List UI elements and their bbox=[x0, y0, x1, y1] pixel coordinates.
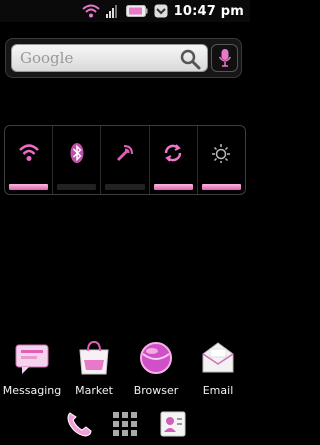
status-time: 10:47 pm bbox=[173, 3, 244, 19]
sync-toggle-indicator bbox=[153, 184, 193, 190]
bluetooth-toggle[interactable] bbox=[53, 126, 102, 194]
sync-icon bbox=[164, 144, 182, 162]
app-label: Email bbox=[202, 384, 234, 397]
wifi-icon bbox=[18, 144, 39, 161]
email-icon bbox=[202, 342, 234, 373]
browser-icon bbox=[140, 342, 172, 374]
sync-toggle[interactable] bbox=[150, 126, 198, 194]
gps-toggle-indicator bbox=[105, 184, 145, 190]
market-icon bbox=[79, 340, 109, 375]
magnifier-icon[interactable] bbox=[179, 48, 201, 70]
app-email[interactable]: Email bbox=[188, 340, 248, 397]
app-messaging[interactable]: Messaging bbox=[2, 340, 62, 397]
signal-icon bbox=[105, 3, 120, 19]
app-label: Messaging bbox=[2, 384, 62, 397]
phone-icon bbox=[67, 412, 92, 437]
status-bar[interactable]: 10:47 pm bbox=[0, 0, 250, 22]
gps-toggle[interactable] bbox=[101, 126, 150, 194]
brightness-icon bbox=[212, 144, 231, 163]
contacts-button[interactable] bbox=[158, 409, 188, 439]
app-market[interactable]: Market bbox=[64, 340, 124, 397]
wifi-toggle-indicator bbox=[9, 184, 49, 190]
app-drawer-icon bbox=[113, 412, 137, 436]
phone-button[interactable] bbox=[64, 409, 94, 439]
battery-icon bbox=[125, 3, 148, 19]
wifi-toggle[interactable] bbox=[5, 126, 54, 194]
contacts-icon bbox=[160, 411, 186, 437]
messaging-icon bbox=[15, 344, 49, 374]
power-control-widget bbox=[4, 125, 246, 195]
brightness-toggle[interactable] bbox=[198, 126, 245, 194]
app-label: Market bbox=[75, 384, 113, 397]
app-label: Browser bbox=[133, 384, 179, 397]
app-drawer-button[interactable] bbox=[110, 409, 140, 439]
microphone-icon bbox=[218, 49, 231, 67]
gps-icon bbox=[117, 145, 133, 161]
app-browser[interactable]: Browser bbox=[126, 340, 186, 397]
bluetooth-toggle-indicator bbox=[57, 184, 97, 190]
google-search-widget: Google bbox=[5, 38, 242, 78]
notification-icon bbox=[154, 3, 168, 19]
bluetooth-icon bbox=[70, 143, 84, 163]
voice-search-button[interactable] bbox=[211, 44, 238, 72]
wifi-icon bbox=[81, 3, 100, 19]
search-input[interactable]: Google bbox=[11, 44, 208, 72]
search-placeholder: Google bbox=[20, 49, 74, 67]
brightness-toggle-indicator bbox=[201, 184, 242, 190]
